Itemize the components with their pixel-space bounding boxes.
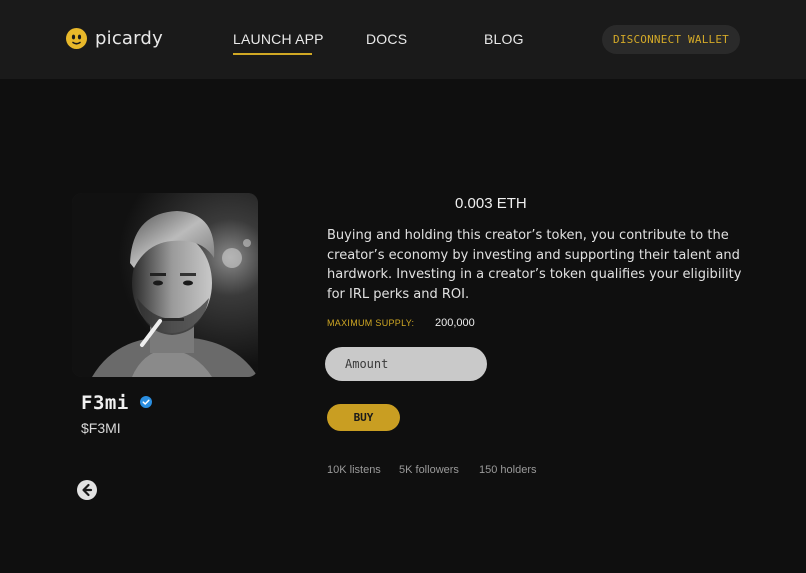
listens-count: 10K listens (327, 464, 381, 476)
max-supply-label: MAXIMUM SUPPLY: (327, 318, 415, 328)
disconnect-wallet-button[interactable]: DISCONNECT WALLET (602, 25, 740, 54)
max-supply-value: 200,000 (435, 317, 475, 329)
nav-blog[interactable]: BLOG (484, 31, 524, 47)
nav-docs[interactable]: DOCS (366, 31, 407, 47)
creator-photo (72, 193, 258, 377)
creator-name: F3mi (81, 392, 129, 414)
verified-badge-icon (140, 396, 152, 408)
holders-count: 150 holders (479, 464, 537, 476)
followers-count: 5K followers (399, 464, 459, 476)
top-header: picardy LAUNCH APP DOCS BLOG DISCONNECT … (0, 0, 806, 79)
buy-button[interactable]: BUY (327, 404, 400, 431)
back-button[interactable] (77, 480, 97, 500)
nav-launch-app[interactable]: LAUNCH APP (233, 31, 324, 47)
token-price: 0.003 ETH (455, 195, 527, 212)
creator-ticker: $F3MI (81, 420, 121, 436)
amount-input[interactable] (325, 347, 487, 381)
back-arrow-icon (82, 483, 93, 497)
nav-active-underline (233, 53, 312, 55)
token-description: Buying and holding this creator’s token,… (327, 228, 742, 302)
